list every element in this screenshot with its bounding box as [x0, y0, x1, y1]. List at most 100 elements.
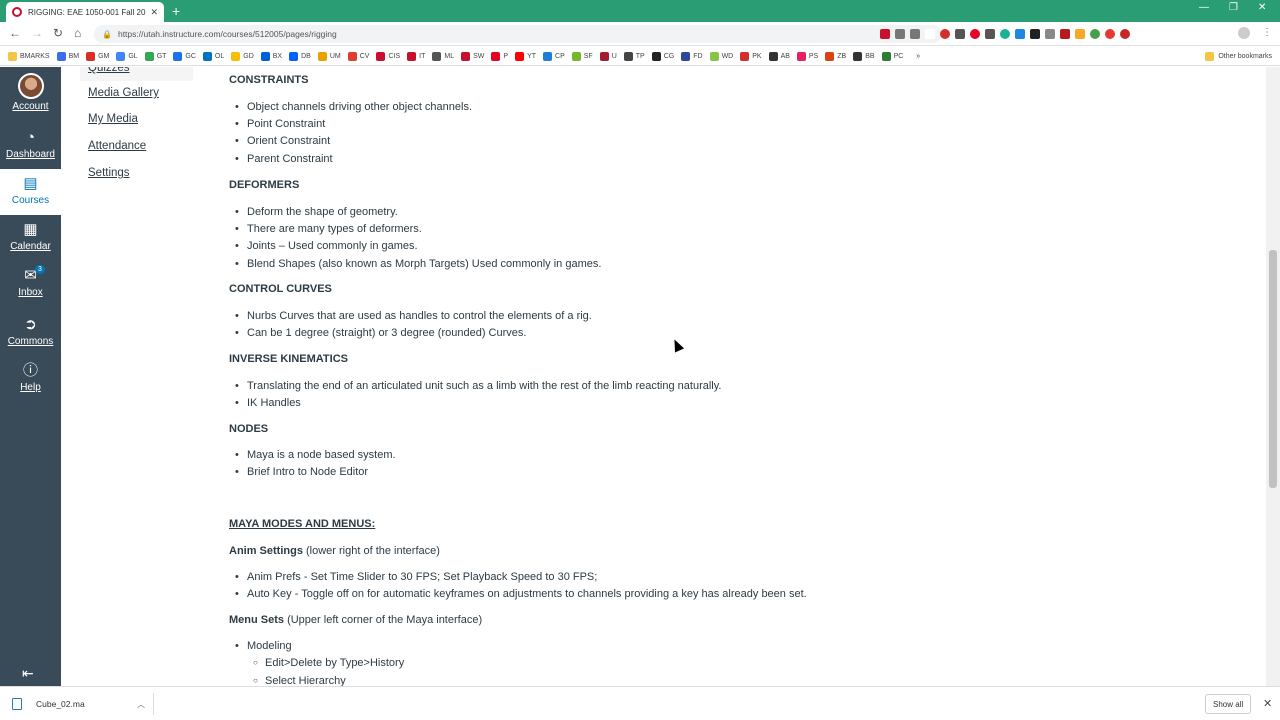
- bookmark-item[interactable]: GC: [173, 51, 196, 61]
- nav-courses[interactable]: ▤ Courses: [0, 169, 61, 215]
- show-all-button[interactable]: Show all: [1205, 694, 1252, 714]
- nav-account[interactable]: Account: [0, 73, 61, 112]
- menu-icon[interactable]: ⋮: [1262, 27, 1272, 38]
- heading-control-curves: CONTROL CURVES: [229, 283, 332, 295]
- list-item: Blend Shapes (also known as Morph Target…: [235, 258, 601, 270]
- list-item: IK Handles: [235, 397, 301, 409]
- chevron-up-icon[interactable]: ︿: [137, 699, 145, 710]
- calendar-icon: ▦: [23, 221, 38, 238]
- bookmark-icon: [144, 51, 154, 61]
- bookmark-item[interactable]: TP: [623, 51, 645, 61]
- bookmark-icon: [317, 51, 327, 61]
- page-scrollbar[interactable]: [1266, 67, 1280, 686]
- bookmark-item[interactable]: GT: [144, 51, 166, 61]
- bookmark-item[interactable]: PS: [796, 51, 819, 61]
- bookmark-item[interactable]: CV: [347, 51, 369, 61]
- extension-icon[interactable]: [880, 29, 890, 39]
- bookmark-item[interactable]: SW: [461, 51, 484, 61]
- maximize-button[interactable]: ❐: [1229, 2, 1238, 13]
- bookmark-item[interactable]: BB: [853, 51, 875, 61]
- extension-icon[interactable]: [1090, 29, 1100, 39]
- bookmark-item[interactable]: CP: [543, 51, 565, 61]
- bookmark-item[interactable]: PC: [881, 51, 903, 61]
- home-icon[interactable]: ⌂: [74, 26, 81, 40]
- bookmarks-overflow-button[interactable]: »: [916, 53, 920, 60]
- bookmark-icon: [432, 51, 442, 61]
- bookmark-item[interactable]: CG: [651, 51, 674, 61]
- bookmark-item[interactable]: FD: [681, 51, 703, 61]
- bookmark-item[interactable]: BMARKS: [8, 51, 50, 61]
- nav-calendar[interactable]: ▦ Calendar: [0, 221, 61, 252]
- extension-icon[interactable]: [1030, 29, 1040, 39]
- download-item[interactable]: Cube_02.ma ︿: [8, 693, 154, 715]
- bookmark-item[interactable]: YT: [515, 51, 536, 61]
- forward-icon[interactable]: →: [31, 26, 43, 40]
- bookmark-item[interactable]: GL: [116, 51, 138, 61]
- bookmark-icon: [260, 51, 270, 61]
- extension-icon[interactable]: [1015, 29, 1025, 39]
- bookmark-item[interactable]: U: [599, 51, 617, 61]
- star-icon[interactable]: [910, 29, 920, 39]
- bookmark-item[interactable]: ZB: [825, 51, 846, 61]
- bookmark-item[interactable]: UM: [317, 51, 341, 61]
- course-nav-item-quizzes[interactable]: Quizzes: [80, 67, 193, 81]
- list-item: Auto Key - Toggle off on for automatic k…: [235, 588, 807, 600]
- bookmark-item[interactable]: GM: [86, 51, 109, 61]
- extension-icon[interactable]: [1045, 29, 1055, 39]
- bookmark-item[interactable]: OL: [202, 51, 224, 61]
- course-nav-item-media-gallery[interactable]: Media Gallery: [80, 87, 159, 99]
- course-nav-item-my-media[interactable]: My Media: [80, 113, 138, 125]
- nav-inbox[interactable]: ✉ 3 Inbox: [0, 265, 61, 298]
- tab-close-icon[interactable]: ✕: [150, 7, 158, 18]
- extension-icon[interactable]: [1120, 29, 1130, 39]
- bookmark-item[interactable]: SF: [571, 51, 593, 61]
- profile-icon[interactable]: [1238, 27, 1250, 39]
- bookmark-item[interactable]: IT: [407, 51, 426, 61]
- nav-commons[interactable]: ➲ Commons: [0, 316, 61, 347]
- list-item: Orient Constraint: [235, 135, 330, 147]
- scrollbar-thumb[interactable]: [1269, 250, 1277, 488]
- nav-help[interactable]: ⓘ Help: [0, 362, 61, 393]
- bookmark-item[interactable]: GD: [231, 51, 254, 61]
- course-nav-item-settings[interactable]: Settings: [80, 167, 130, 179]
- extension-icon[interactable]: [955, 29, 965, 39]
- course-nav-item-attendance[interactable]: Attendance: [80, 140, 146, 152]
- bookmark-item[interactable]: CIS: [376, 51, 400, 61]
- inbox-badge: 3: [35, 265, 45, 274]
- bookmark-label: P: [503, 52, 509, 60]
- extension-icon[interactable]: [1000, 29, 1010, 39]
- browser-tab[interactable]: RIGGING: EAE 1050-001 Fall 2018 ✕: [6, 2, 164, 22]
- other-bookmarks[interactable]: Other bookmarks: [1205, 47, 1272, 66]
- pinterest-icon[interactable]: [970, 29, 980, 39]
- bookmark-label: IT: [419, 52, 426, 60]
- back-icon[interactable]: ←: [9, 26, 21, 40]
- bookmark-label: GC: [185, 52, 196, 60]
- bookmark-item[interactable]: PK: [740, 51, 762, 61]
- bookmark-item[interactable]: AB: [768, 51, 790, 61]
- new-tab-button[interactable]: +: [172, 3, 180, 19]
- bookmark-item[interactable]: WD: [709, 51, 733, 61]
- extension-icon[interactable]: [1060, 29, 1070, 39]
- bookmark-item[interactable]: BM: [56, 51, 79, 61]
- extension-icon[interactable]: [1105, 29, 1115, 39]
- inbox-icon: ✉: [24, 267, 37, 284]
- collapse-nav-icon[interactable]: ⇤: [22, 665, 34, 682]
- list-item: Joints – Used commonly in games.: [235, 240, 418, 252]
- extension-icon[interactable]: [1075, 29, 1085, 39]
- address-bar[interactable]: 🔒 https://utah.instructure.com/courses/5…: [94, 25, 942, 43]
- nav-dashboard[interactable]: ◔ Dashboard: [0, 129, 61, 160]
- bookmark-item[interactable]: DB: [289, 51, 311, 61]
- bookmarks-bar: BMARKS BM GM GL GT GC OL GD BX DB UM CV CIS IT ML SW P YT…: [0, 47, 1280, 66]
- bookmark-item[interactable]: BX: [260, 51, 282, 61]
- close-window-button[interactable]: ✕: [1258, 2, 1266, 13]
- bookmark-label: PS: [808, 52, 819, 60]
- zoom-icon[interactable]: [895, 29, 905, 39]
- bookmark-item[interactable]: P: [491, 51, 509, 61]
- extension-icon[interactable]: [985, 29, 995, 39]
- reload-icon[interactable]: ↻: [53, 26, 63, 40]
- close-download-bar-icon[interactable]: ✕: [1263, 697, 1272, 710]
- adblock-icon[interactable]: [940, 29, 950, 39]
- minimize-button[interactable]: —: [1199, 2, 1209, 13]
- list-item: Maya is a node based system.: [235, 449, 396, 461]
- bookmark-item[interactable]: ML: [432, 51, 454, 61]
